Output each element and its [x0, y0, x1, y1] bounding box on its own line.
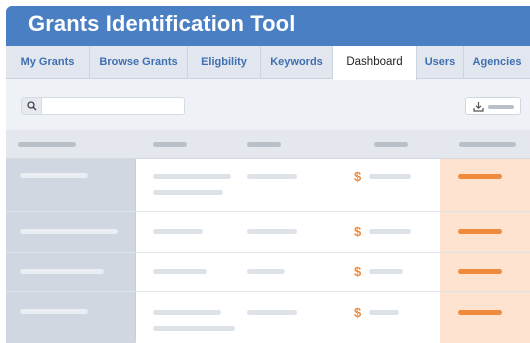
- highlight-cell: [440, 253, 530, 291]
- table-header: [6, 130, 530, 159]
- cell-placeholder: [20, 309, 88, 314]
- table-row[interactable]: $: [6, 159, 530, 212]
- cell-placeholder: [153, 269, 207, 274]
- row-label-cell: [6, 253, 136, 291]
- app-title: Grants Identification Tool: [28, 11, 296, 36]
- cell-placeholder: [369, 310, 399, 315]
- status-bar: [458, 229, 502, 234]
- status-bar: [458, 174, 502, 179]
- row-label-cell: [6, 338, 136, 343]
- search-box: [21, 97, 185, 115]
- cell-placeholder: [247, 310, 297, 315]
- table-row[interactable]: $: [6, 212, 530, 253]
- highlight-cell: [440, 159, 530, 211]
- export-label-placeholder: [488, 105, 514, 109]
- toolbar: [6, 80, 530, 130]
- highlight-cell: [440, 212, 530, 252]
- cell-placeholder: [247, 229, 297, 234]
- cell-placeholder: [369, 174, 411, 179]
- cell-placeholder: [153, 229, 203, 234]
- tab-browse-grants[interactable]: Browse Grants: [90, 46, 188, 79]
- highlight-cell: [440, 292, 530, 338]
- cell-placeholder: [247, 269, 285, 274]
- tab-keywords[interactable]: Keywords: [261, 46, 333, 79]
- row-label-cell: [6, 212, 136, 252]
- dollar-icon: $: [354, 224, 362, 239]
- cell-placeholder: [153, 310, 221, 315]
- row-label-cell: [6, 292, 136, 338]
- download-icon: [473, 102, 484, 112]
- status-bar: [458, 310, 502, 315]
- column-header-placeholder[interactable]: [153, 142, 187, 147]
- table-row[interactable]: $: [6, 292, 530, 338]
- cell-placeholder: [153, 326, 235, 331]
- column-header-placeholder[interactable]: [247, 142, 281, 147]
- export-button[interactable]: [465, 97, 521, 115]
- cell-placeholder: [369, 229, 411, 234]
- app-window: Grants Identification Tool My Grants Bro…: [6, 6, 530, 343]
- dollar-icon: $: [354, 264, 362, 279]
- status-bar: [458, 269, 502, 274]
- tab-bar: My Grants Browse Grants Eligbility Keywo…: [6, 46, 530, 80]
- title-bar: Grants Identification Tool: [6, 6, 530, 46]
- column-header-placeholder[interactable]: [374, 142, 408, 147]
- cell-placeholder: [20, 173, 88, 178]
- tab-eligibility[interactable]: Eligbility: [188, 46, 261, 79]
- dollar-icon: $: [354, 169, 362, 184]
- cell-placeholder: [369, 269, 403, 274]
- row-label-cell: [6, 159, 136, 211]
- column-header-placeholder[interactable]: [18, 142, 76, 147]
- cell-placeholder: [153, 174, 231, 179]
- tab-dashboard[interactable]: Dashboard: [333, 46, 417, 80]
- dollar-icon: $: [354, 305, 362, 320]
- search-icon[interactable]: [22, 98, 42, 114]
- tab-users[interactable]: Users: [417, 46, 464, 79]
- table-bottom: [6, 338, 530, 343]
- cell-placeholder: [247, 174, 297, 179]
- search-input[interactable]: [44, 99, 182, 113]
- highlight-cell: [440, 338, 530, 343]
- cell-placeholder: [153, 190, 223, 195]
- table-row[interactable]: $: [6, 253, 530, 292]
- tab-agencies[interactable]: Agencies: [464, 46, 530, 79]
- column-header-placeholder[interactable]: [459, 142, 516, 147]
- cell-placeholder: [20, 269, 104, 274]
- cell-placeholder: [20, 229, 118, 234]
- tab-my-grants[interactable]: My Grants: [6, 46, 90, 79]
